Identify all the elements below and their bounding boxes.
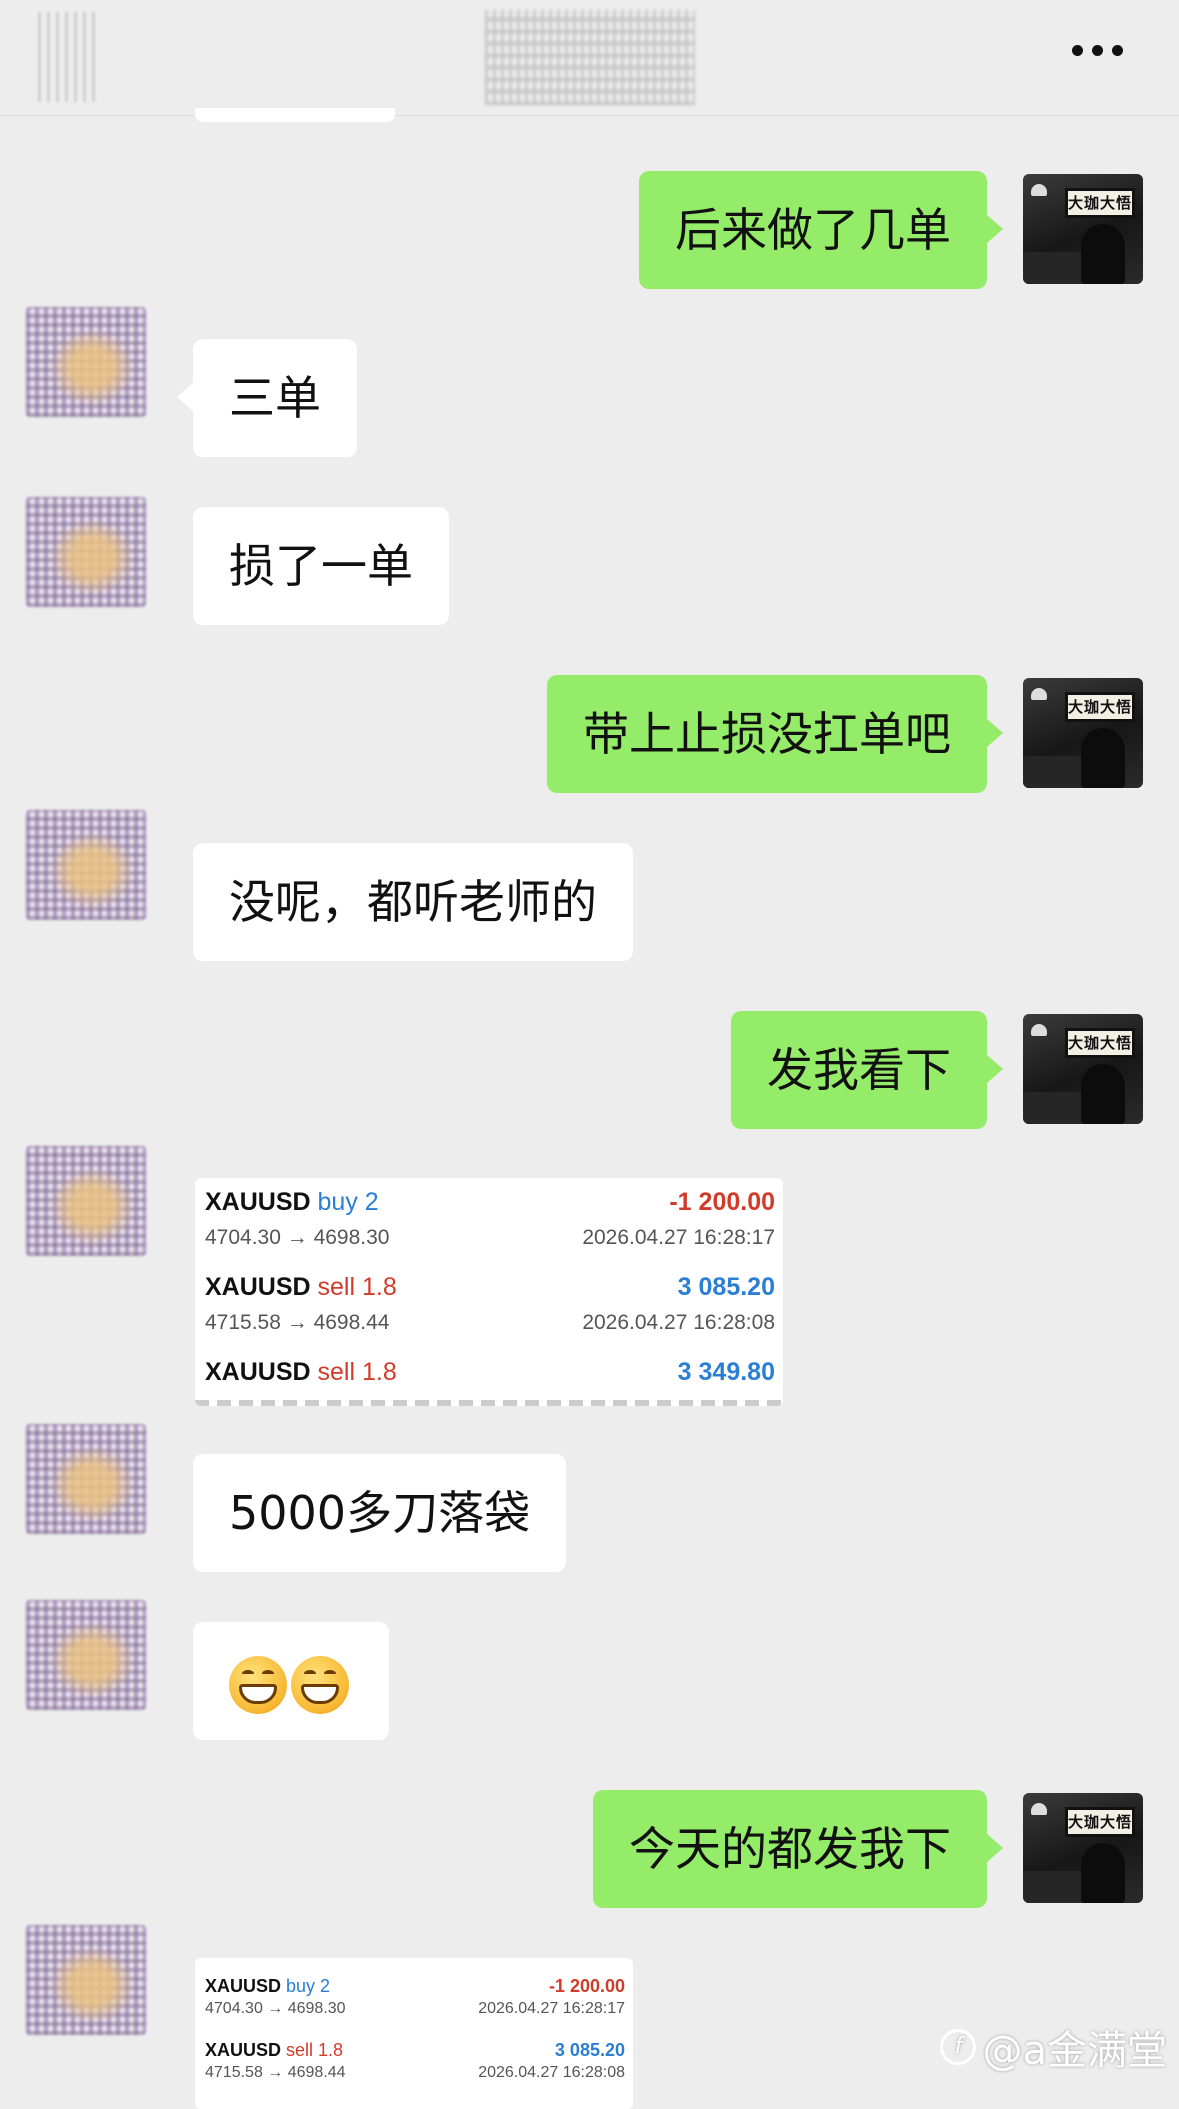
trade-pnl: -1 200.00 xyxy=(548,1976,625,1996)
trade-side: buy 2 xyxy=(286,1976,331,1996)
watermark: f @a金满堂 xyxy=(940,2018,1167,2076)
trade-row: XAUUSD buy 2 -1 200.00 4704.30 → 4698.30… xyxy=(195,1178,783,1263)
grinning-face-icon xyxy=(291,1655,349,1714)
more-dots-icon[interactable] xyxy=(1072,40,1132,60)
trade-symbol: XAUUSD sell 1.8 xyxy=(205,2040,344,2060)
message-bubble-emoji[interactable] xyxy=(193,1622,389,1740)
trade-row: XAUUSD buy 2 -1 200.00 4704.30 → 4698.30… xyxy=(195,1958,633,2022)
trade-pnl: -1 200.00 xyxy=(669,1188,775,1216)
lamp-icon xyxy=(1031,1803,1047,1815)
avatar-desk xyxy=(1023,1092,1083,1124)
trade-symbol: XAUUSD buy 2 xyxy=(205,1188,379,1216)
trade-side: sell 1.8 xyxy=(317,1273,397,1301)
trade-prices: 4704.30 → 4698.30 xyxy=(205,1226,390,1249)
contact-avatar[interactable] xyxy=(26,1600,146,1710)
message-bubble-other[interactable]: 三单 xyxy=(177,339,357,457)
avatar-sign: 大珈大悟 xyxy=(1065,692,1135,722)
watermark-logo-icon: f xyxy=(940,2029,977,2065)
trade-symbol: XAUUSD sell 1.8 xyxy=(205,1273,397,1301)
trade-prices: 4704.30 → 4698.30 xyxy=(205,2000,346,2017)
message-bubble-self[interactable]: 后来做了几单 xyxy=(639,171,1003,289)
trade-pnl: 3 085.20 xyxy=(554,2040,625,2060)
trade-symbol: XAUUSD sell 1.8 xyxy=(205,1358,397,1386)
message-bubble-self[interactable]: 发我看下 xyxy=(731,1011,1003,1129)
trade-time: 2026.04.27 16:28:08 xyxy=(478,2064,625,2081)
message-bubble-other[interactable]: 损了一单 xyxy=(193,507,449,625)
previous-message-stub xyxy=(195,108,395,122)
trade-row: XAUUSD sell 1.8 3 085.20 4715.58 → 4698.… xyxy=(195,2022,633,2086)
avatar-person xyxy=(1081,1843,1125,1903)
trade-screenshot-image[interactable]: XAUUSD buy 2 -1 200.00 4704.30 → 4698.30… xyxy=(195,1178,783,1406)
trade-symbol: XAUUSD buy 2 xyxy=(205,1976,331,1996)
avatar-desk xyxy=(1023,252,1083,284)
trade-screenshot-image[interactable]: XAUUSD buy 2 -1 200.00 4704.30 → 4698.30… xyxy=(195,1958,633,2109)
trade-time: 2026.04.27 16:28:08 xyxy=(582,1311,775,1334)
trade-side: buy 2 xyxy=(317,1188,379,1216)
contact-avatar[interactable] xyxy=(26,307,146,417)
lamp-icon xyxy=(1031,184,1047,196)
contact-avatar[interactable] xyxy=(26,1424,146,1534)
contact-avatar[interactable] xyxy=(26,497,146,607)
trade-pnl: 3 349.80 xyxy=(677,1358,775,1386)
avatar-sign: 大珈大悟 xyxy=(1065,188,1135,218)
avatar-sign: 大珈大悟 xyxy=(1065,1807,1135,1837)
trade-time: 2026.04.27 16:28:17 xyxy=(582,1226,775,1249)
self-avatar[interactable]: 大珈大悟 xyxy=(1023,678,1143,788)
trade-pnl: 3 085.20 xyxy=(677,1273,775,1301)
grinning-face-icon xyxy=(229,1655,287,1714)
message-bubble-self[interactable]: 今天的都发我下 xyxy=(593,1790,1003,1908)
avatar-person xyxy=(1081,1064,1125,1124)
contact-avatar[interactable] xyxy=(26,810,146,920)
chat-header xyxy=(0,0,1179,116)
back-area-blurred[interactable] xyxy=(38,12,98,102)
self-avatar[interactable]: 大珈大悟 xyxy=(1023,174,1143,284)
trade-row: XAUUSD sell 1.8 3 085.20 4715.58 → 4698.… xyxy=(195,1263,783,1348)
contact-avatar[interactable] xyxy=(26,1925,146,2035)
trade-prices: 4715.58 → 4698.44 xyxy=(205,1311,390,1334)
self-avatar[interactable]: 大珈大悟 xyxy=(1023,1793,1143,1903)
contact-avatar[interactable] xyxy=(26,1146,146,1256)
message-bubble-self[interactable]: 带上止损没扛单吧 xyxy=(547,675,1003,793)
trade-side: sell 1.8 xyxy=(286,2040,344,2060)
avatar-desk xyxy=(1023,756,1083,788)
message-bubble-other[interactable]: 没呢，都听老师的 xyxy=(193,843,633,961)
avatar-desk xyxy=(1023,1871,1083,1903)
trade-time: 2026.04.27 16:28:17 xyxy=(478,2000,625,2017)
trade-side: sell 1.8 xyxy=(317,1358,397,1386)
chat-title-blurred xyxy=(485,10,695,105)
self-avatar[interactable]: 大珈大悟 xyxy=(1023,1014,1143,1124)
trade-prices: 4715.58 → 4698.44 xyxy=(205,2064,346,2081)
message-bubble-other[interactable]: 5000多刀落袋 xyxy=(193,1454,567,1572)
avatar-sign: 大珈大悟 xyxy=(1065,1028,1135,1058)
avatar-person xyxy=(1081,728,1125,788)
cropped-row-fade xyxy=(195,1392,783,1406)
avatar-person xyxy=(1081,224,1125,284)
lamp-icon xyxy=(1031,688,1047,700)
lamp-icon xyxy=(1031,1024,1047,1036)
watermark-text: @a金满堂 xyxy=(982,2028,1167,2074)
